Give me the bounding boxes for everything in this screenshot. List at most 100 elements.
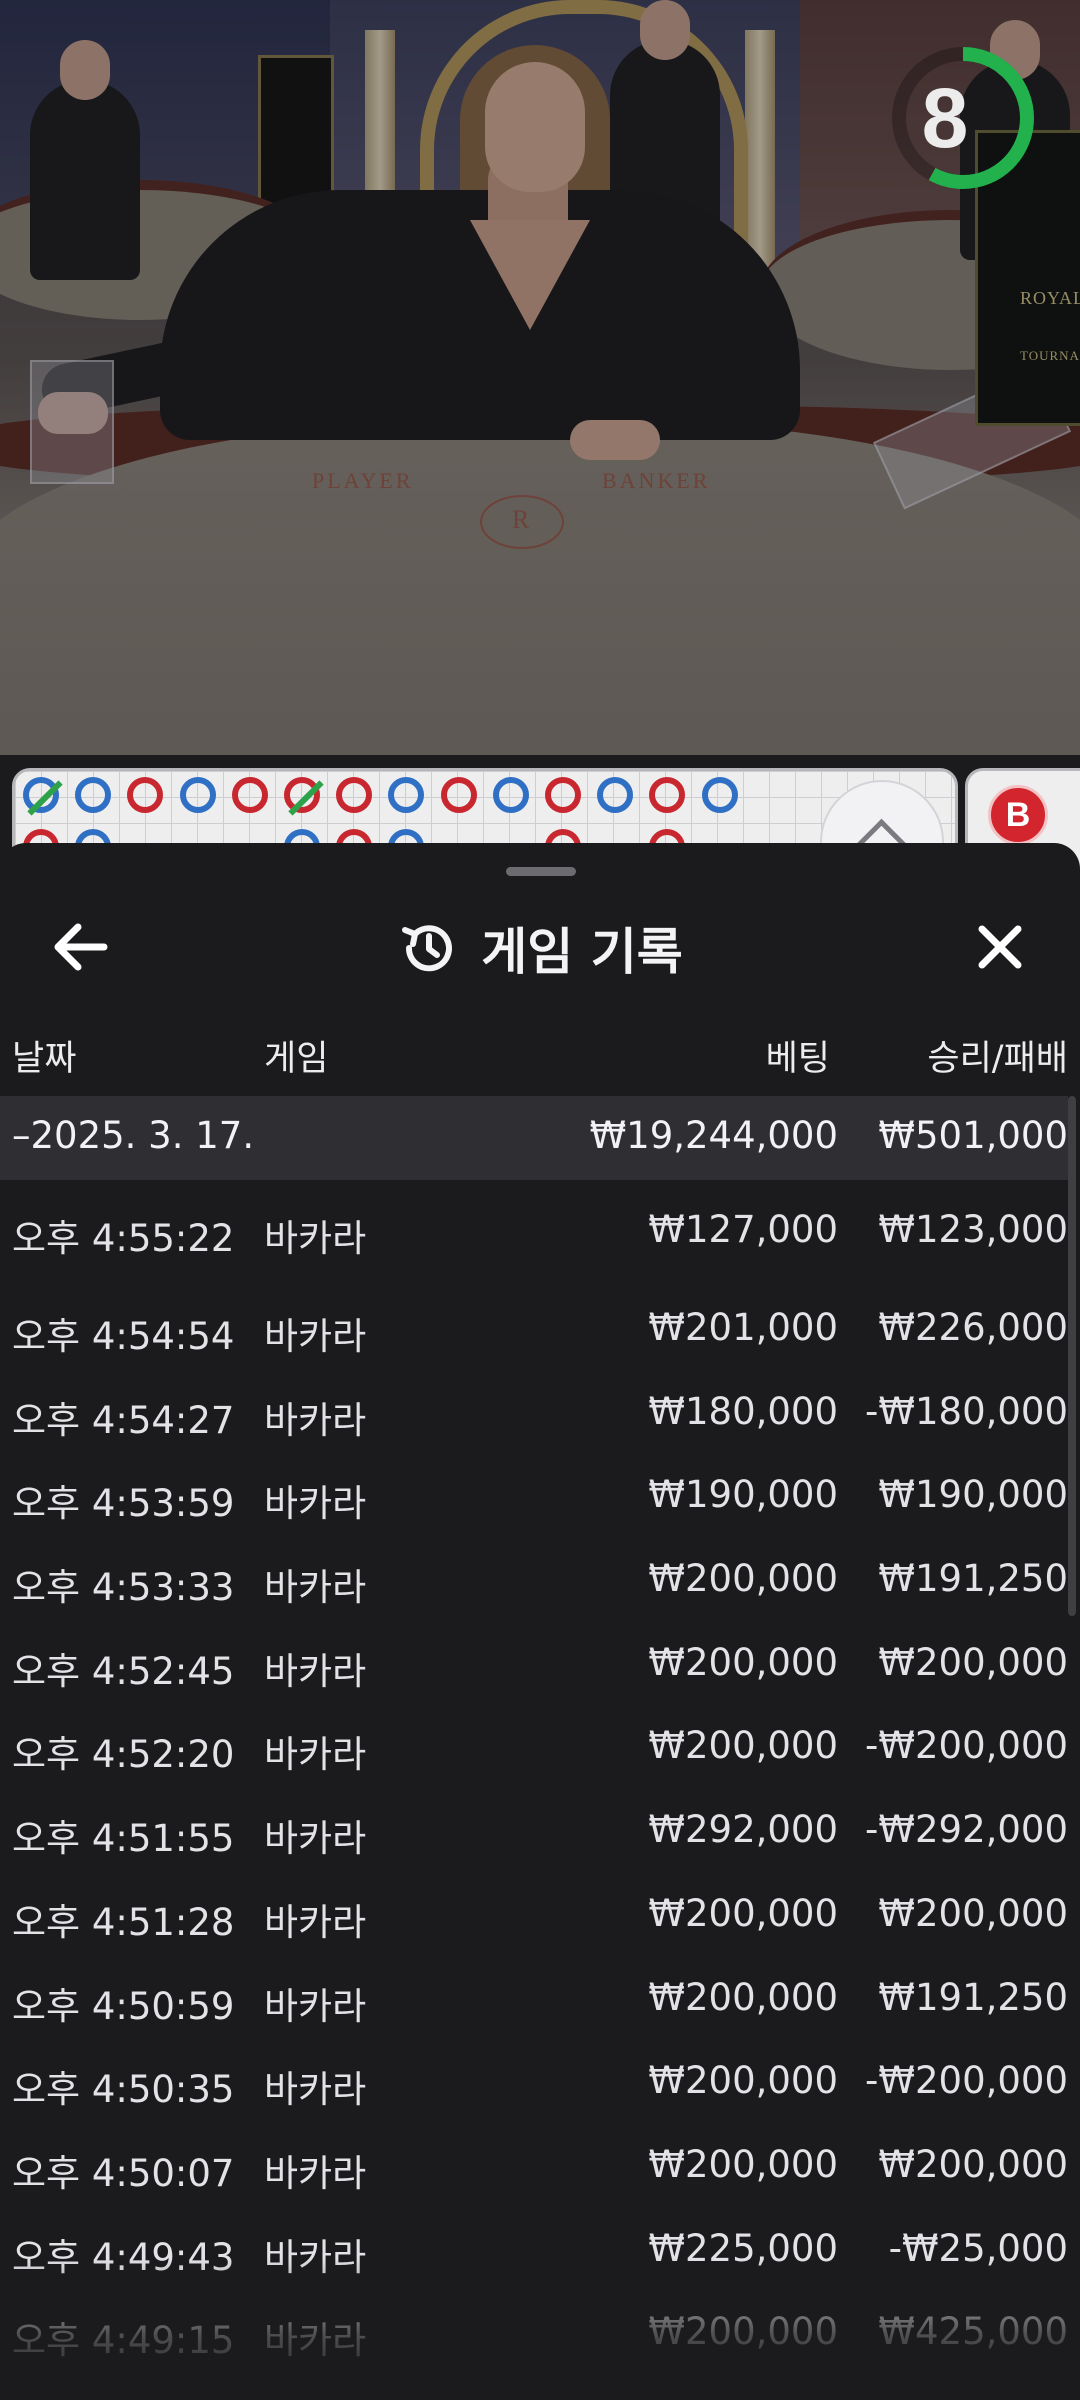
row-bet: ₩200,000: [648, 1891, 838, 1935]
game-history-sheet: 게임 기록 날짜 게임 베팅 승리/패배 –2025. 3. 17. ₩19,2…: [0, 843, 1080, 2400]
row-result: ₩191,250: [878, 1557, 1068, 1601]
row-game: 바카라: [264, 1566, 367, 1610]
row-bet: ₩200,000: [648, 1975, 838, 2019]
row-time: 오후 4:51:28: [12, 1900, 235, 1944]
player-bead: [179, 777, 216, 813]
row-time: 오후 4:55:22: [12, 1217, 235, 1260]
day-group-date: –2025. 3. 17.: [12, 1114, 255, 1157]
table-row[interactable]: 오후 4:54:27 바카라 ₩180,000 -₩180,000: [0, 1364, 1068, 1448]
row-time: 오후 4:52:45: [12, 1649, 235, 1693]
row-result: ₩200,000: [878, 1640, 1068, 1684]
row-game: 바카라: [264, 1649, 367, 1693]
column-header-win-loss[interactable]: 승리/패배: [927, 1030, 1068, 1081]
table-row[interactable]: 오후 4:53:59 바카라 ₩190,000 ₩190,000: [0, 1447, 1068, 1531]
row-game: 바카라: [264, 1482, 367, 1526]
row-result: -₩292,000: [865, 1808, 1068, 1852]
row-game: 바카라: [264, 2151, 367, 2195]
row-game: 바카라: [264, 1398, 367, 1442]
tie-mark: [27, 780, 63, 816]
row-time: 오후 4:53:33: [12, 1566, 235, 1610]
close-icon: [978, 925, 1022, 969]
drag-handle[interactable]: [506, 867, 576, 876]
column-header-bet[interactable]: 베팅: [766, 1030, 830, 1081]
row-time: 오후 4:49:15: [12, 2319, 235, 2363]
row-bet: ₩292,000: [648, 1808, 838, 1852]
row-result: ₩200,000: [878, 2142, 1068, 2186]
row-bet: ₩190,000: [648, 1473, 838, 1517]
row-result: ₩226,000: [878, 1306, 1068, 1349]
row-bet: ₩201,000: [648, 1306, 838, 1349]
row-result: ₩191,250: [878, 1975, 1068, 2019]
row-game: 바카라: [264, 2319, 367, 2363]
column-header-game[interactable]: 게임: [264, 1030, 328, 1081]
table-row[interactable]: 오후 4:50:59 바카라 ₩200,000 ₩191,250: [0, 1950, 1068, 2034]
row-result: -₩200,000: [865, 2059, 1068, 2103]
player-bead: [597, 777, 634, 813]
row-bet: ₩200,000: [648, 1724, 838, 1768]
sheet-header: 게임 기록: [0, 905, 1080, 991]
row-time: 오후 4:54:54: [12, 1315, 235, 1358]
history-icon: [402, 925, 453, 972]
row-result: ₩425,000: [878, 2310, 1068, 2354]
row-result: -₩180,000: [865, 1389, 1068, 1433]
row-bet: ₩200,000: [648, 1640, 838, 1684]
row-time: 오후 4:50:35: [12, 2068, 235, 2112]
banker-bead: [545, 777, 581, 813]
banker-bead: [127, 777, 164, 813]
row-bet: ₩200,000: [648, 2059, 838, 2103]
table-row[interactable]: 오후 4:49:43 바카라 ₩225,000 -₩25,000: [0, 2201, 1068, 2285]
banker-bead: [336, 777, 373, 813]
close-button[interactable]: [960, 907, 1040, 987]
row-game: 바카라: [264, 2068, 367, 2112]
table-row[interactable]: 오후 4:55:22 바카라 ₩127,000 ₩123,000: [0, 1180, 1068, 1280]
column-header-date[interactable]: 날짜: [12, 1030, 76, 1081]
row-bet: ₩200,000: [648, 1557, 838, 1601]
row-bet: ₩225,000: [648, 2226, 838, 2270]
row-time: 오후 4:50:59: [12, 1984, 235, 2028]
row-game: 바카라: [264, 1217, 367, 1260]
row-time: 오후 4:53:59: [12, 1482, 235, 1526]
table-row[interactable]: 오후 4:54:54 바카라 ₩201,000 ₩226,000: [0, 1280, 1068, 1364]
history-list[interactable]: 오후 4:55:22 바카라 ₩127,000 ₩123,000 오후 4:54:54 바…: [0, 1180, 1068, 2368]
banker-bead: [284, 777, 324, 816]
row-game: 바카라: [264, 1315, 367, 1358]
day-group-win-total: ₩501,000: [878, 1114, 1068, 1157]
row-result: ₩123,000: [878, 1208, 1068, 1251]
row-game: 바카라: [264, 1817, 367, 1861]
row-time: 오후 4:54:27: [12, 1398, 235, 1442]
row-bet: ₩180,000: [648, 1389, 838, 1433]
row-result: ₩190,000: [878, 1473, 1068, 1517]
row-bet: ₩200,000: [648, 2310, 838, 2354]
player-bead: [492, 777, 529, 813]
table-row[interactable]: 오후 4:52:45 바카라 ₩200,000 ₩200,000: [0, 1615, 1068, 1699]
page-title: 게임 기록: [481, 923, 683, 981]
row-game: 바카라: [264, 1733, 367, 1777]
row-game: 바카라: [264, 1900, 367, 1944]
banker-badge: B: [988, 785, 1048, 845]
day-group-bet-total: ₩19,244,000: [589, 1114, 838, 1157]
player-bead: [388, 777, 425, 813]
row-game: 바카라: [264, 1984, 367, 2028]
row-time: 오후 4:51:55: [12, 1817, 235, 1861]
banker-bead: [649, 777, 686, 813]
scrollbar[interactable]: [1068, 1096, 1076, 1616]
table-row[interactable]: 오후 4:53:33 바카라 ₩200,000 ₩191,250: [0, 1531, 1068, 1615]
tie-mark: [288, 780, 324, 816]
row-time: 오후 4:50:07: [12, 2151, 235, 2195]
row-game: 바카라: [264, 2235, 367, 2279]
player-bead: [23, 777, 63, 816]
table-row[interactable]: 오후 4:50:07 바카라 ₩200,000 ₩200,000: [0, 2117, 1068, 2201]
player-bead: [75, 777, 112, 813]
row-bet: ₩200,000: [648, 2142, 838, 2186]
banker-bead: [231, 777, 268, 813]
table-row[interactable]: 오후 4:50:35 바카라 ₩200,000 -₩200,000: [0, 2033, 1068, 2117]
live-video-feed: PLAYER BANKER ROYAL TOURNA 8: [0, 0, 1080, 755]
table-row[interactable]: 오후 4:52:20 바카라 ₩200,000 -₩200,000: [0, 1698, 1068, 1782]
table-row[interactable]: 오후 4:51:28 바카라 ₩200,000 ₩200,000: [0, 1866, 1068, 1950]
table-row[interactable]: 오후 4:49:15 바카라 ₩200,000 ₩425,000: [0, 2284, 1068, 2368]
row-result: ₩200,000: [878, 1891, 1068, 1935]
row-time: 오후 4:49:43: [12, 2235, 235, 2279]
row-result: -₩200,000: [865, 1724, 1068, 1768]
day-group-row[interactable]: –2025. 3. 17. ₩19,244,000 ₩501,000: [0, 1096, 1068, 1180]
table-row[interactable]: 오후 4:51:55 바카라 ₩292,000 -₩292,000: [0, 1782, 1068, 1866]
